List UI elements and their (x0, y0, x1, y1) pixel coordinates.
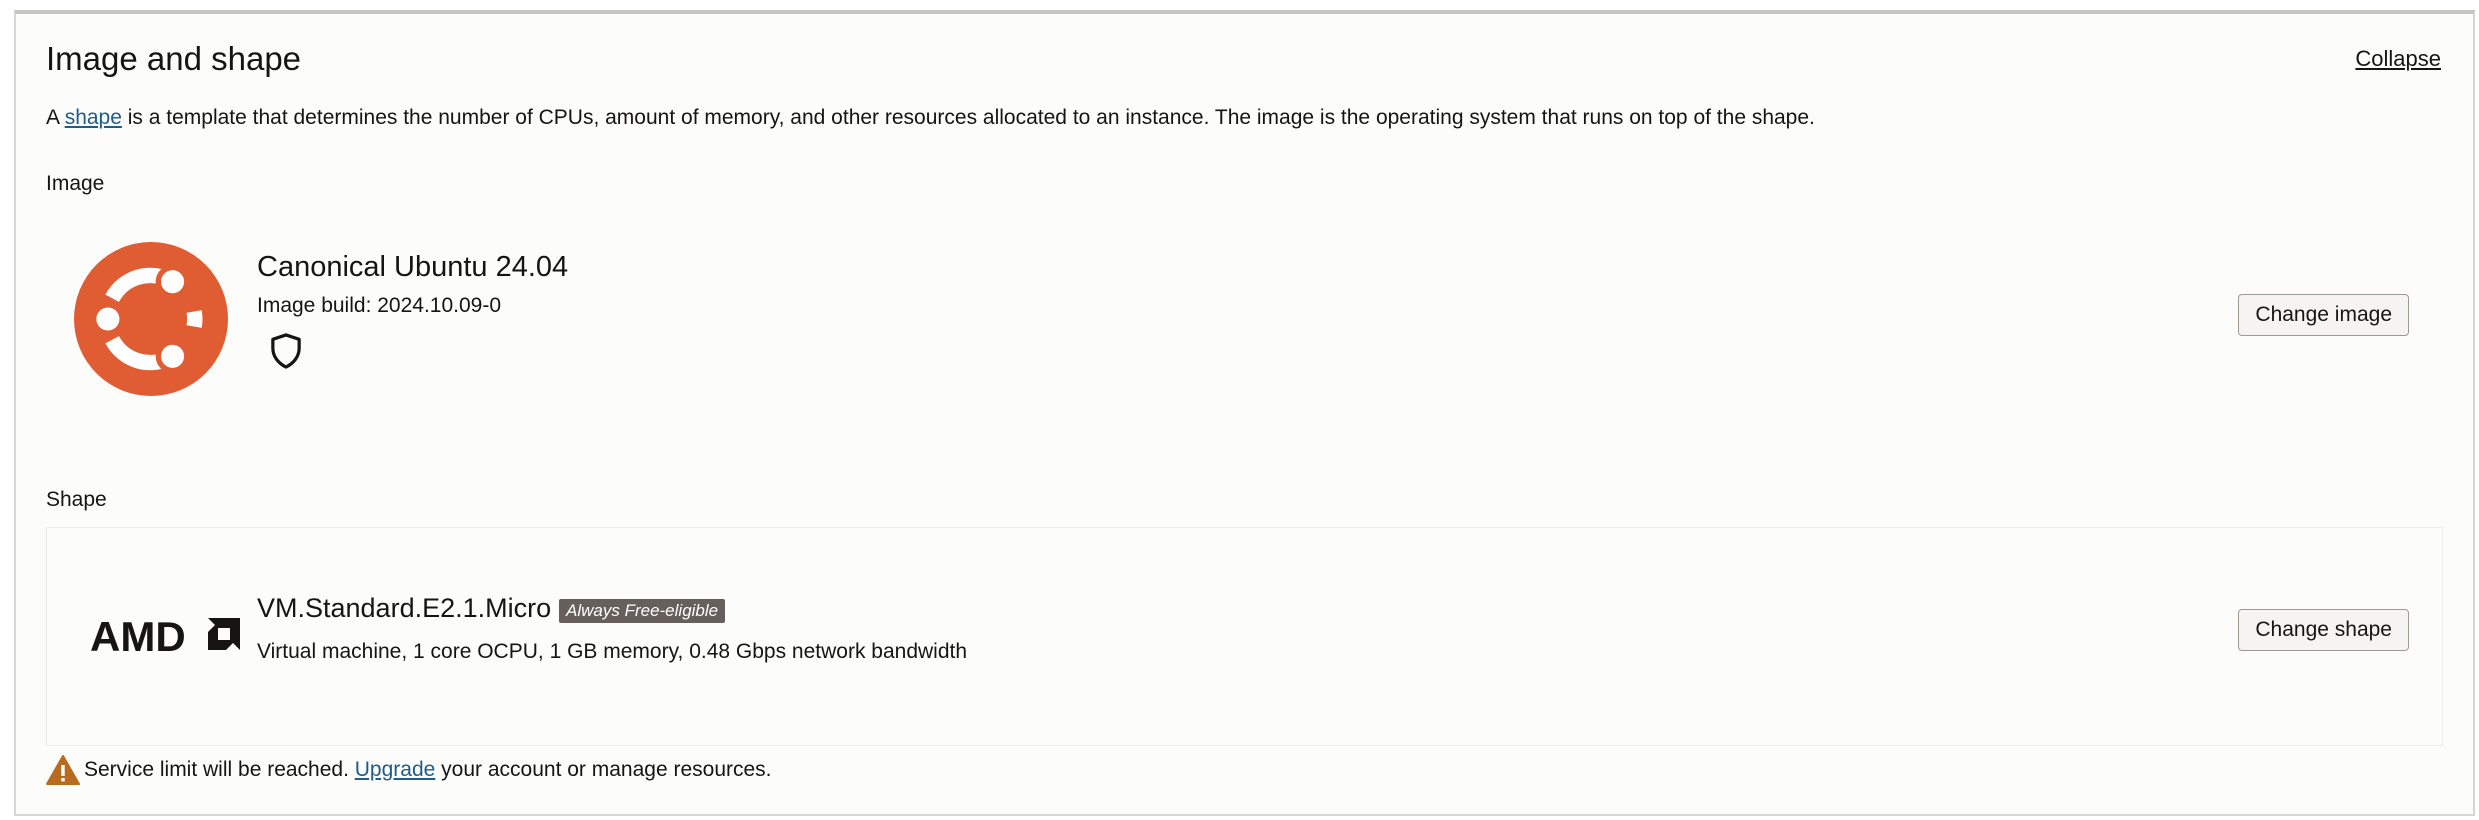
change-shape-button[interactable]: Change shape (2238, 609, 2409, 651)
shape-name: VM.Standard.E2.1.Micro (257, 593, 552, 623)
svg-text:AMD: AMD (90, 614, 186, 656)
change-image-button[interactable]: Change image (2238, 294, 2409, 336)
amd-logo-icon: AMD (90, 614, 240, 656)
shield-icon[interactable] (268, 332, 304, 370)
shape-details: Virtual machine, 1 core OCPU, 1 GB memor… (257, 640, 968, 663)
image-label: Image (46, 172, 105, 195)
free-eligible-badge: Always Free-eligible (559, 599, 726, 623)
image-and-shape-panel: Image and shape Collapse A shape is a te… (14, 10, 2475, 816)
service-limit-notice: Service limit will be reached. Upgrade y… (84, 758, 772, 781)
shape-label: Shape (46, 488, 107, 511)
shape-card (46, 527, 2443, 746)
image-build: Image build: 2024.10.09-0 (257, 294, 502, 317)
warning-icon (46, 755, 80, 785)
image-name: Canonical Ubuntu 24.04 (257, 251, 569, 283)
shape-help-link[interactable]: shape (65, 106, 122, 129)
ubuntu-logo-icon (74, 242, 228, 396)
section-title: Image and shape (46, 40, 302, 77)
section-description: A shape is a template that determines th… (46, 106, 1815, 129)
upgrade-link[interactable]: Upgrade (355, 758, 436, 781)
collapse-link[interactable]: Collapse (2355, 46, 2441, 72)
